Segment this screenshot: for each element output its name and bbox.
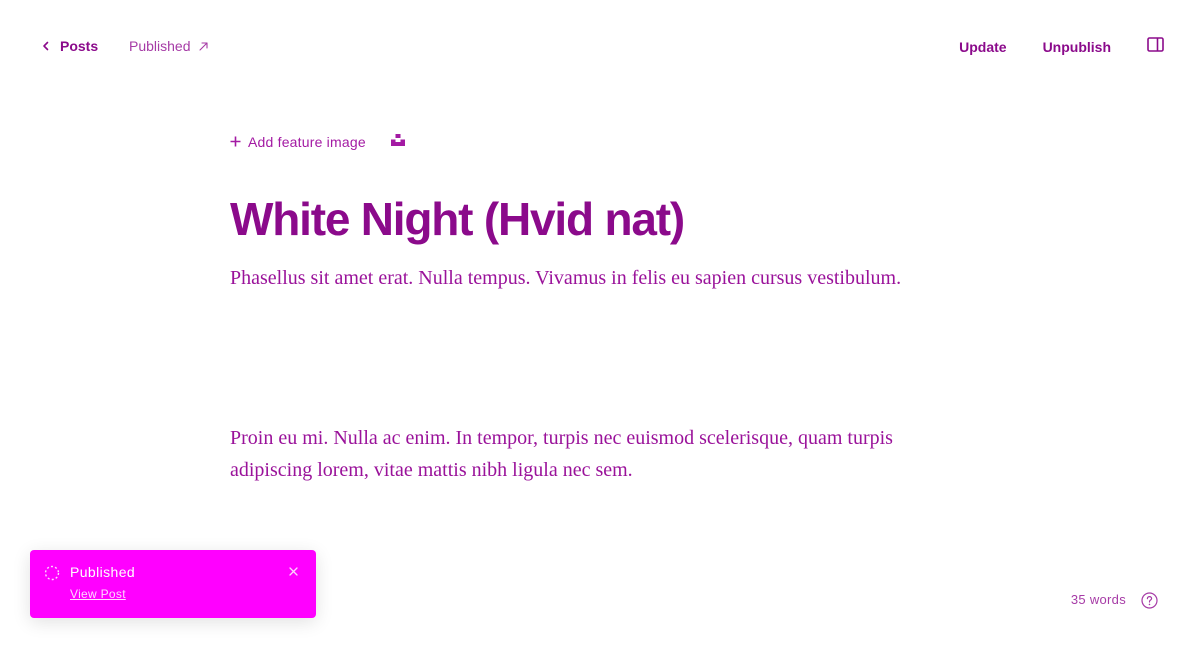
post-excerpt[interactable]: Phasellus sit amet erat. Nulla tempus. V… (230, 262, 920, 294)
help-button[interactable] (1141, 592, 1158, 609)
add-feature-image-button[interactable]: Add feature image (230, 134, 366, 150)
question-circle-icon (1141, 592, 1158, 613)
back-link-label: Posts (60, 38, 99, 54)
spinner-icon (44, 565, 60, 581)
close-icon (288, 563, 298, 581)
arrow-up-right-icon (198, 41, 209, 52)
unpublish-button[interactable]: Unpublish (1043, 36, 1111, 58)
update-button[interactable]: Update (959, 36, 1006, 58)
settings-sidebar-toggle[interactable] (1146, 37, 1164, 57)
chevron-left-icon (42, 41, 50, 51)
post-status-label: Published (129, 38, 191, 54)
add-feature-image-label: Add feature image (248, 134, 366, 150)
editor-header: Posts Published Update Unpublish (0, 0, 1200, 94)
sidebar-panel-icon (1146, 37, 1164, 57)
feature-image-row: Add feature image (230, 134, 406, 150)
close-notification-button[interactable] (286, 565, 300, 579)
back-to-posts-link[interactable]: Posts (42, 38, 98, 54)
header-actions: Update Unpublish (959, 36, 1164, 58)
plus-icon (230, 134, 241, 150)
post-body-paragraph[interactable]: Proin eu mi. Nulla ac enim. In tempor, t… (230, 422, 930, 486)
post-status-link[interactable]: Published (129, 38, 209, 54)
notification-title: Published (70, 564, 136, 580)
post-title[interactable]: White Night (Hvid nat) (230, 188, 685, 250)
word-count: 35 words (1070, 592, 1126, 607)
unsplash-button[interactable] (390, 134, 406, 150)
unsplash-icon (390, 133, 405, 151)
published-notification: Published View Post (30, 550, 316, 618)
view-post-link[interactable]: View Post (70, 587, 126, 601)
